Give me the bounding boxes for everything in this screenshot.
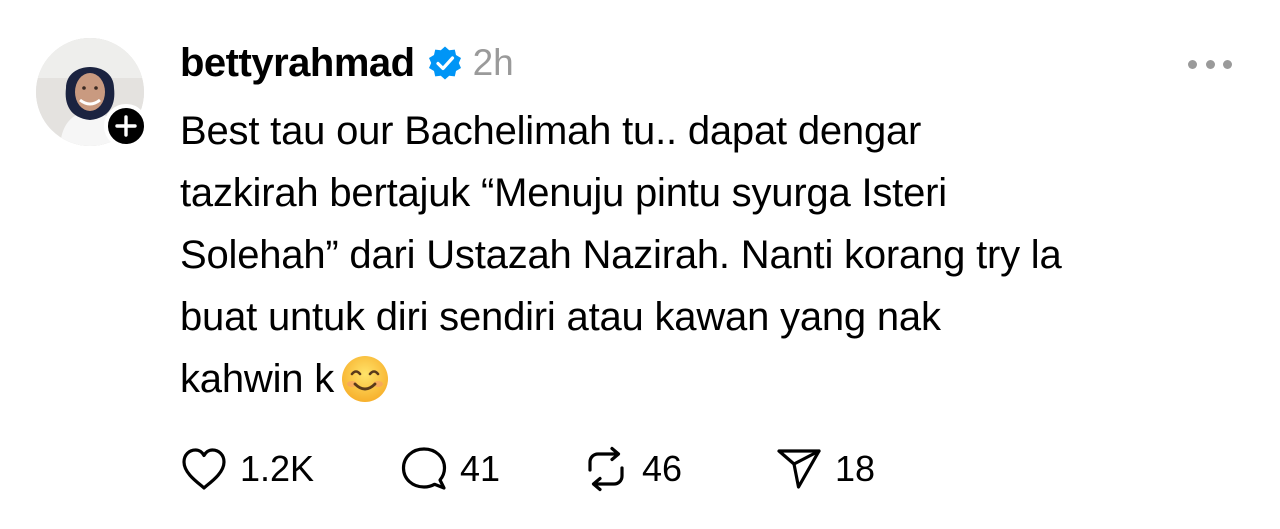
comment-icon — [401, 447, 447, 490]
thread-post: bettyrahmad 2h Best tau our Bachelimah t… — [0, 0, 1280, 529]
repost-button[interactable]: 46 — [582, 446, 775, 492]
send-icon — [777, 449, 821, 489]
smiling-face-emoji-icon — [342, 356, 389, 402]
more-options-icon[interactable] — [1188, 54, 1232, 74]
verified-badge-icon — [428, 46, 461, 80]
share-count: 18 — [835, 448, 876, 489]
like-count: 1.2K — [240, 448, 315, 489]
more-dot — [1223, 59, 1232, 69]
repost-count: 46 — [642, 448, 683, 489]
more-dot — [1205, 59, 1215, 69]
post-text-line: Best tau our Bachelimah tu.. dapat denga… — [180, 109, 922, 153]
post-text-line: buat untuk diri sendiri atau kawan yang … — [180, 295, 941, 339]
post-timestamp: 2h — [472, 42, 514, 83]
reply-count: 41 — [460, 448, 501, 489]
more-dot — [1188, 59, 1197, 69]
heart-icon — [182, 448, 226, 490]
post-body: Best tau our Bachelimah tu.. dapat denga… — [180, 100, 1260, 410]
action-bar: 1.2K 41 46 18 — [180, 444, 915, 494]
post-header: bettyrahmad 2h — [180, 38, 514, 88]
reply-button[interactable]: 41 — [400, 446, 582, 492]
post-text-line: kahwin k — [180, 357, 335, 401]
like-button[interactable]: 1.2K — [180, 447, 400, 491]
repost-icon — [588, 446, 624, 492]
share-button[interactable]: 18 — [775, 446, 915, 492]
follow-button[interactable] — [104, 104, 148, 148]
username[interactable]: bettyrahmad — [180, 41, 415, 86]
post-text-line: Solehah” dari Ustazah Nazirah. Nanti kor… — [180, 233, 1062, 277]
plus-icon — [115, 115, 137, 137]
avatar-container — [36, 38, 148, 148]
post-text-line-last: kahwin k — [180, 348, 1260, 410]
post-text-line: tazkirah bertajuk “Menuju pintu syurga I… — [180, 171, 947, 215]
